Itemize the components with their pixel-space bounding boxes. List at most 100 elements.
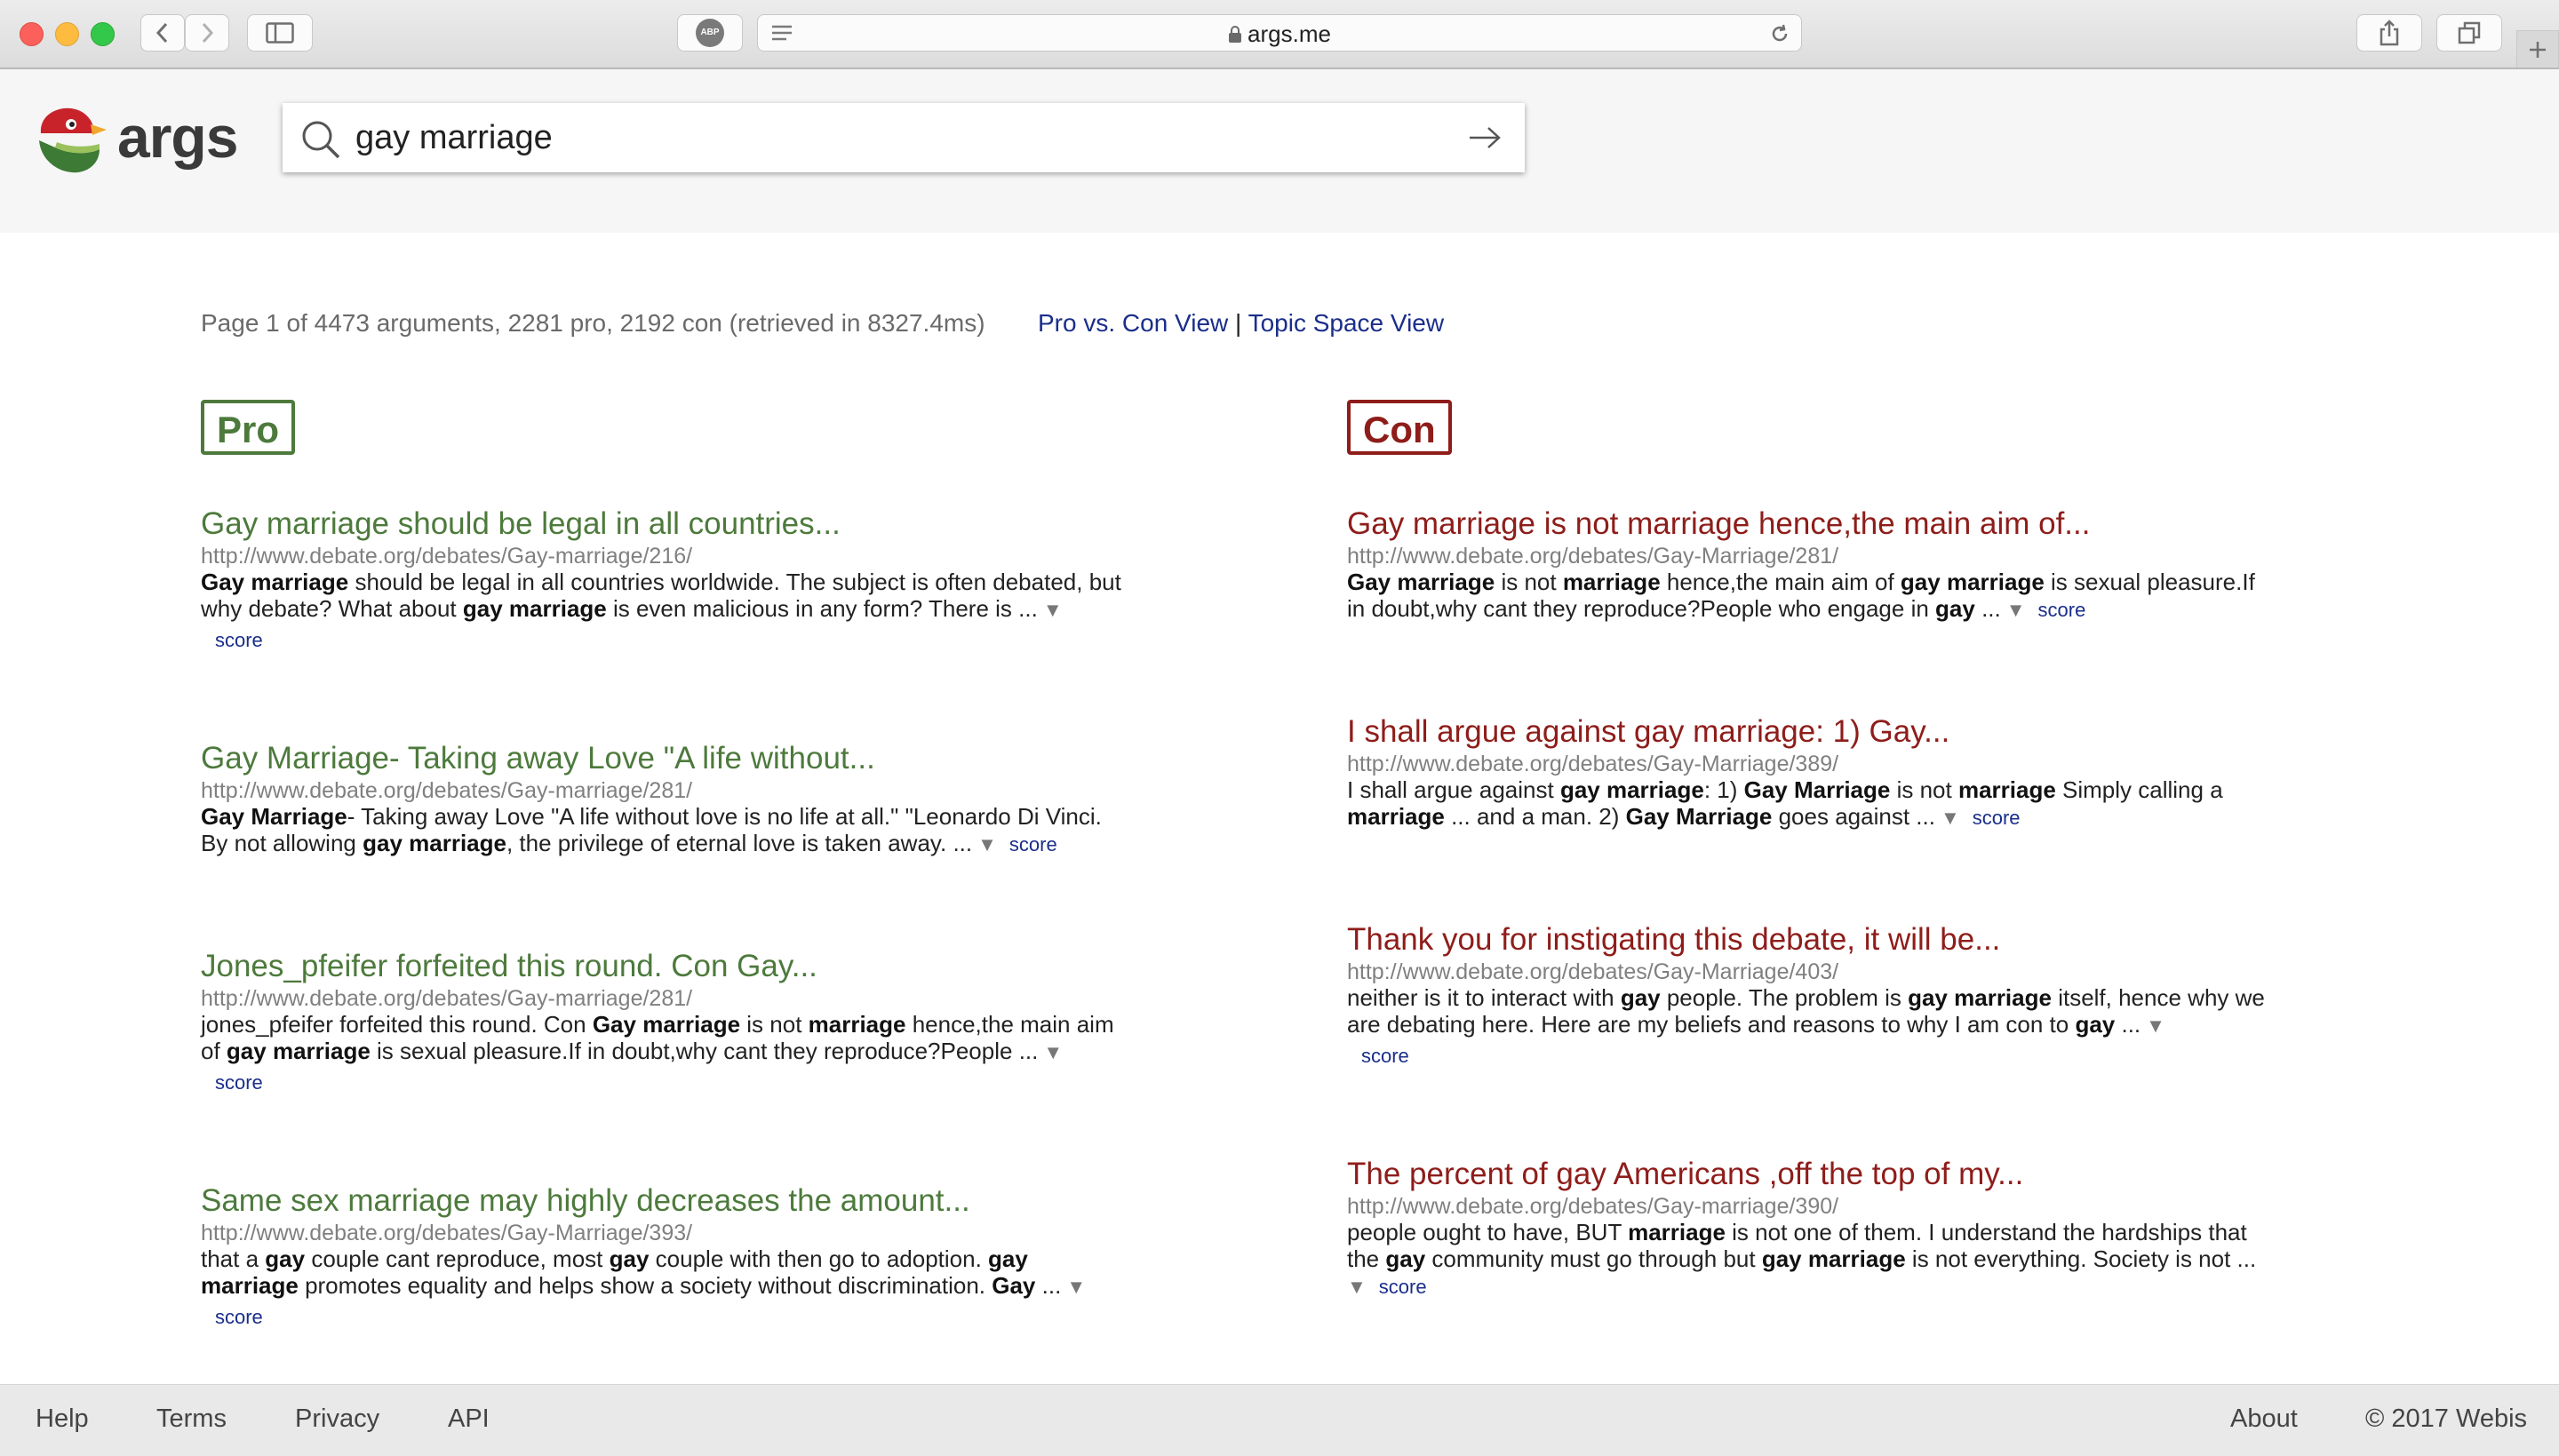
- result-title-link[interactable]: Gay marriage should be legal in all coun…: [201, 505, 1125, 544]
- arrow-right-icon[interactable]: [1468, 126, 1502, 149]
- expand-caret-icon[interactable]: ▼: [1043, 1041, 1063, 1063]
- result-title-link[interactable]: The percent of gay Americans ,off the to…: [1347, 1155, 2271, 1194]
- show-tabs-button[interactable]: [2436, 14, 2502, 52]
- result-snippet: jones_pfeifer forfeited this round. Con …: [201, 1011, 1114, 1064]
- score-link[interactable]: score: [1379, 1276, 1427, 1298]
- pro-result-3: Jones_pfeifer forfeited this round. Con …: [201, 947, 1125, 1094]
- highlighted-term: Gay: [992, 1272, 1036, 1299]
- highlighted-term: gay: [1935, 595, 1975, 622]
- chevron-left-icon: [155, 22, 168, 44]
- back-button[interactable]: [140, 14, 185, 52]
- address-bar[interactable]: args.me: [757, 14, 1802, 52]
- highlighted-term: Gay Marriage: [1625, 803, 1773, 830]
- footer-copyright: © 2017 Webis: [2365, 1404, 2528, 1433]
- footer-help-link[interactable]: Help: [36, 1404, 89, 1434]
- browser-toolbar: ABP args.me: [0, 0, 2559, 69]
- expand-caret-icon[interactable]: ▼: [1347, 1276, 1367, 1298]
- con-result-2: I shall argue against gay marriage: 1) G…: [1347, 712, 2271, 831]
- expand-caret-icon[interactable]: ▼: [1941, 807, 1960, 829]
- lock-icon: [1229, 26, 1242, 43]
- score-link[interactable]: score: [1361, 1045, 1409, 1067]
- expand-caret-icon[interactable]: ▼: [1066, 1276, 1086, 1298]
- page-footer: Help Terms Privacy API About © 2017 Webi…: [0, 1384, 2559, 1456]
- result-title-link[interactable]: I shall argue against gay marriage: 1) G…: [1347, 712, 2271, 752]
- close-window-icon[interactable]: [20, 22, 44, 46]
- adblock-button[interactable]: ABP: [677, 14, 743, 52]
- result-title-link[interactable]: Gay marriage is not marriage hence,the m…: [1347, 505, 2271, 544]
- highlighted-term: marriage: [808, 1011, 906, 1038]
- search-input[interactable]: [354, 110, 1441, 165]
- result-title-link[interactable]: Thank you for instigating this debate, i…: [1347, 920, 2271, 959]
- url-display[interactable]: args.me: [758, 20, 1801, 48]
- highlighted-term: gay marriage: [363, 830, 506, 856]
- args-logo-icon[interactable]: [36, 103, 110, 178]
- chevron-right-icon: [202, 22, 214, 44]
- plus-icon: [2530, 41, 2546, 58]
- score-link[interactable]: score: [215, 1071, 263, 1094]
- con-result-1: Gay marriage is not marriage hence,the m…: [1347, 505, 2271, 624]
- highlighted-term: gay marriage: [226, 1038, 371, 1064]
- search-icon: [302, 121, 340, 159]
- share-button[interactable]: [2356, 14, 2422, 52]
- score-link[interactable]: score: [1009, 833, 1057, 855]
- highlighted-term: Gay marriage: [592, 1011, 741, 1038]
- highlighted-term: Gay Marriage: [201, 803, 347, 830]
- result-url: http://www.debate.org/debates/Gay-Marria…: [1347, 752, 1839, 776]
- result-title-link[interactable]: Jones_pfeifer forfeited this round. Con …: [201, 947, 1125, 986]
- expand-caret-icon[interactable]: ▼: [2006, 599, 2026, 621]
- highlighted-term: marriage: [1957, 776, 2056, 803]
- highlighted-term: gay marriage: [1908, 984, 2052, 1011]
- highlighted-term: gay marriage: [1761, 1245, 1906, 1272]
- expand-caret-icon[interactable]: ▼: [1043, 599, 1063, 621]
- score-link[interactable]: score: [215, 1306, 263, 1328]
- zoom-window-icon[interactable]: [91, 22, 115, 46]
- highlighted-term: gay: [2075, 1011, 2116, 1038]
- expand-caret-icon[interactable]: ▼: [977, 833, 997, 855]
- expand-caret-icon[interactable]: ▼: [2146, 1014, 2165, 1037]
- forward-button[interactable]: [185, 14, 229, 52]
- score-link[interactable]: score: [215, 629, 263, 651]
- score-link[interactable]: score: [1973, 807, 2021, 829]
- con-result-3: Thank you for instigating this debate, i…: [1347, 920, 2271, 1068]
- con-column-label: Con: [1347, 400, 1452, 455]
- adblock-icon: ABP: [696, 19, 724, 47]
- result-title-link[interactable]: Same sex marriage may highly decreases t…: [201, 1182, 1125, 1221]
- minimize-window-icon[interactable]: [55, 22, 79, 46]
- result-snippet: I shall argue against gay marriage: 1) G…: [1347, 776, 2223, 830]
- highlighted-term: marriage: [1347, 803, 1445, 830]
- topic-space-view-link[interactable]: Topic Space View: [1248, 309, 1445, 337]
- result-url: http://www.debate.org/debates/Gay-Marria…: [1347, 544, 1839, 569]
- footer-api-link[interactable]: API: [448, 1404, 490, 1434]
- highlighted-term: Gay marriage: [1347, 569, 1495, 595]
- result-snippet: people ought to have, BUT marriage is no…: [1347, 1219, 2257, 1272]
- result-snippet: neither is it to interact with gay peopl…: [1347, 984, 2265, 1038]
- pro-result-2: Gay Marriage- Taking away Love "A life w…: [201, 739, 1125, 858]
- result-title-link[interactable]: Gay Marriage- Taking away Love "A life w…: [201, 739, 1125, 778]
- footer-about-link[interactable]: About: [2230, 1404, 2298, 1434]
- result-snippet: Gay Marriage- Taking away Love "A life w…: [201, 803, 1102, 856]
- pro-con-view-link[interactable]: Pro vs. Con View: [1038, 309, 1228, 337]
- highlighted-term: gay: [1620, 984, 1661, 1011]
- logo-text[interactable]: args: [117, 99, 238, 174]
- result-url: http://www.debate.org/debates/Gay-marria…: [201, 544, 693, 569]
- highlighted-term: Gay Marriage: [1743, 776, 1891, 803]
- highlighted-term: gay marriage: [462, 595, 607, 622]
- share-icon: [2380, 20, 2399, 46]
- footer-privacy-link[interactable]: Privacy: [295, 1404, 379, 1434]
- result-url: http://www.debate.org/debates/Gay-marria…: [1347, 1194, 1839, 1219]
- sidebar-icon: [266, 22, 294, 44]
- url-text: args.me: [1248, 20, 1331, 47]
- reload-icon[interactable]: [1769, 23, 1790, 44]
- new-tab-button[interactable]: [2516, 30, 2559, 68]
- results-summary: Page 1 of 4473 arguments, 2281 pro, 2192…: [201, 309, 985, 337]
- highlighted-term: gay marriage: [1559, 776, 1704, 803]
- search-box[interactable]: [283, 103, 1525, 172]
- result-url: http://www.debate.org/debates/Gay-marria…: [201, 778, 693, 803]
- score-link[interactable]: score: [2038, 599, 2086, 621]
- result-snippet: Gay marriage should be legal in all coun…: [201, 569, 1121, 622]
- footer-terms-link[interactable]: Terms: [156, 1404, 227, 1434]
- result-snippet: that a gay couple cant reproduce, most g…: [201, 1245, 1087, 1299]
- tabs-icon: [2458, 21, 2481, 44]
- sidebar-toggle-button[interactable]: [247, 14, 313, 52]
- highlighted-term: gay marriage: [1900, 569, 2045, 595]
